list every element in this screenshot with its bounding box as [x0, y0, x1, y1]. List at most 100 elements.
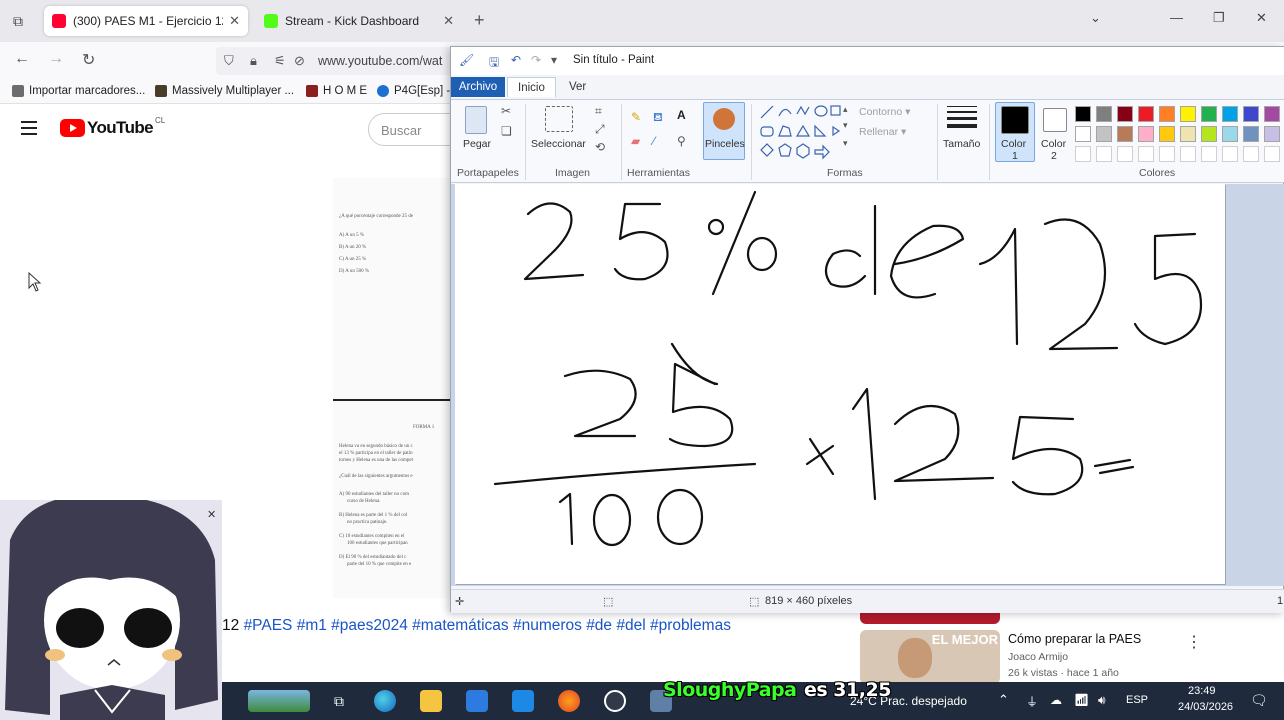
file-menu-button[interactable]: Archivo: [451, 77, 505, 97]
clock-date[interactable]: 24/03/2026: [1178, 701, 1233, 713]
resize-icon[interactable]: ⤢: [595, 122, 605, 137]
onedrive-icon[interactable]: ☁: [1050, 693, 1062, 707]
paste-icon[interactable]: [465, 106, 487, 134]
save-icon[interactable]: 🖫︎: [489, 53, 499, 74]
copy-icon[interactable]: ❏: [501, 124, 512, 138]
select-icon[interactable]: [545, 106, 573, 132]
edge-icon[interactable]: [374, 690, 396, 712]
palette-swatch[interactable]: [1243, 126, 1259, 142]
more-options-icon[interactable]: ⋮: [1186, 632, 1202, 652]
custom-color-slot[interactable]: [1243, 146, 1259, 162]
reload-icon[interactable]: ↻: [82, 50, 95, 70]
palette-swatch[interactable]: [1180, 106, 1196, 122]
palette-swatch[interactable]: [1117, 126, 1133, 142]
video-hashtags[interactable]: 12 #PAES #m1 #paes2024 #matemáticas #num…: [222, 617, 731, 635]
custom-color-slot[interactable]: [1159, 146, 1175, 162]
list-tabs-icon[interactable]: ⌄: [1090, 10, 1101, 26]
volume-icon[interactable]: 🔊︎: [1098, 693, 1106, 708]
task-view-icon[interactable]: ⧉: [328, 690, 350, 712]
fill-bucket-icon[interactable]: ⛾: [653, 110, 663, 126]
network-icon[interactable]: 📶︎: [1074, 693, 1089, 707]
recommended-thumbnail[interactable]: EL MEJOR: [860, 630, 1000, 684]
overlay-close-icon[interactable]: ✕: [207, 508, 216, 521]
color-picker-icon[interactable]: ⁄: [653, 134, 655, 148]
palette-swatch[interactable]: [1159, 106, 1175, 122]
fill-button[interactable]: Rellenar ▾: [859, 126, 906, 138]
minimize-icon[interactable]: —: [1170, 10, 1183, 25]
hamburger-menu-icon[interactable]: [21, 121, 37, 135]
youtube-logo[interactable]: YouTube CL: [60, 116, 165, 138]
eraser-icon[interactable]: ▰: [631, 134, 640, 148]
obs-icon[interactable]: [604, 690, 626, 712]
address-bar[interactable]: ⛉ 🔒︎ ⚟ ⊘ www.youtube.com/wat: [216, 47, 466, 75]
palette-swatch[interactable]: [1243, 106, 1259, 122]
mail-icon[interactable]: [512, 690, 534, 712]
recommended-channel[interactable]: Joaco Armijo: [1008, 651, 1068, 663]
custom-color-slot[interactable]: [1222, 146, 1238, 162]
close-tab-icon[interactable]: ✕: [229, 13, 240, 29]
recommended-video-title[interactable]: Cómo preparar la PAES: [1008, 632, 1141, 646]
autoplay-blocked-icon[interactable]: ⊘: [294, 53, 305, 69]
palette-swatch[interactable]: [1096, 106, 1112, 122]
custom-color-slot[interactable]: [1201, 146, 1217, 162]
firefox-icon[interactable]: [558, 690, 580, 712]
palette-swatch[interactable]: [1075, 106, 1091, 122]
color2-swatch[interactable]: [1043, 108, 1067, 132]
select-button[interactable]: Seleccionar: [531, 138, 586, 150]
cut-icon[interactable]: ✂: [501, 104, 511, 118]
bookmark-import[interactable]: Importar marcadores...: [12, 85, 145, 97]
palette-swatch[interactable]: [1075, 126, 1091, 142]
file-explorer-icon[interactable]: [420, 690, 442, 712]
widgets-icon[interactable]: [248, 690, 310, 712]
custom-color-slot[interactable]: [1117, 146, 1133, 162]
magnifier-icon[interactable]: ⚲: [677, 134, 686, 148]
language-indicator[interactable]: ESP: [1126, 694, 1148, 706]
bookmark-home[interactable]: H O M E: [306, 85, 367, 97]
back-icon[interactable]: ←: [14, 50, 30, 68]
tab-youtube[interactable]: (300) PAES M1 - Ejercicio 12 #P ✕: [44, 6, 248, 36]
store-icon[interactable]: [466, 690, 488, 712]
close-tab-icon[interactable]: ✕: [443, 13, 454, 29]
close-window-icon[interactable]: ✕: [1256, 10, 1267, 26]
palette-swatch[interactable]: [1117, 106, 1133, 122]
drawing-canvas[interactable]: [455, 184, 1225, 584]
palette-swatch[interactable]: [1264, 126, 1280, 142]
customize-toolbar-icon[interactable]: ▾: [551, 53, 557, 67]
forward-icon[interactable]: →: [48, 50, 64, 68]
palette-swatch[interactable]: [1201, 126, 1217, 142]
lock-icon[interactable]: 🔒︎: [250, 53, 257, 69]
palette-swatch[interactable]: [1222, 106, 1238, 122]
palette-swatch[interactable]: [1138, 126, 1154, 142]
size-button[interactable]: Tamaño: [943, 138, 980, 150]
video-frame-document[interactable]: ¿A qué porcentaje corresponde 25 de A) A…: [333, 178, 453, 598]
tab-home[interactable]: Inicio: [507, 77, 556, 97]
shapes-expand-icon[interactable]: ▾: [843, 138, 848, 149]
usb-icon[interactable]: ⏚: [1026, 693, 1038, 710]
custom-color-slot[interactable]: [1075, 146, 1091, 162]
shapes-scroll-down-icon[interactable]: ▾: [843, 120, 848, 131]
shapes-scroll-up-icon[interactable]: ▴: [843, 104, 848, 115]
palette-swatch[interactable]: [1096, 126, 1112, 142]
clock-time[interactable]: 23:49: [1188, 685, 1216, 697]
tray-chevron-icon[interactable]: ⌃: [998, 692, 1009, 708]
permissions-icon[interactable]: ⚟: [274, 53, 286, 69]
tab-kick-dashboard[interactable]: Stream - Kick Dashboard ✕: [256, 6, 462, 36]
custom-color-slot[interactable]: [1096, 146, 1112, 162]
shield-icon[interactable]: ⛉: [224, 53, 234, 69]
palette-swatch[interactable]: [1264, 106, 1280, 122]
notifications-icon[interactable]: 🗨︎: [1250, 692, 1268, 709]
custom-color-slot[interactable]: [1180, 146, 1196, 162]
palette-swatch[interactable]: [1159, 126, 1175, 142]
bookmark-mmo[interactable]: Massively Multiplayer ...: [155, 85, 294, 97]
url-text[interactable]: www.youtube.com/wat: [318, 54, 442, 68]
undo-icon[interactable]: ↶: [511, 53, 521, 67]
palette-swatch[interactable]: [1180, 126, 1196, 142]
hashtag-links[interactable]: #PAES #m1 #paes2024 #matemáticas #numero…: [244, 617, 731, 634]
palette-swatch[interactable]: [1138, 106, 1154, 122]
pencil-icon[interactable]: ✎: [631, 110, 641, 124]
custom-color-slot[interactable]: [1264, 146, 1280, 162]
new-tab-icon[interactable]: +: [474, 10, 485, 31]
rotate-icon[interactable]: ⟲: [595, 140, 605, 154]
color2-label[interactable]: Color: [1041, 138, 1066, 150]
tab-view[interactable]: Ver: [559, 77, 596, 97]
